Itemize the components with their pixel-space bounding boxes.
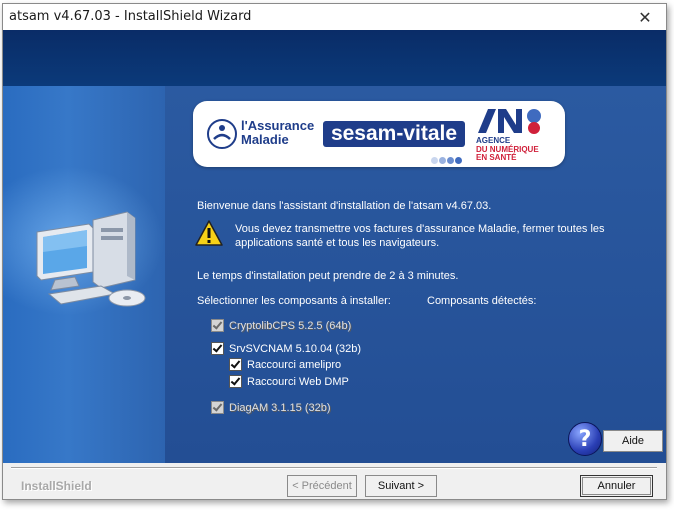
component-label: CryptolibCPS 5.2.5 (64b) [229, 319, 352, 332]
checkbox-raccourci-web-dmp[interactable] [229, 375, 242, 388]
component-raccourci-amelipro[interactable]: Raccourci amelipro [229, 358, 341, 371]
component-label: Raccourci Web DMP [247, 375, 349, 388]
sesam-vitale-logo: sesam-vitale [323, 121, 465, 147]
assurance-maladie-logo: l'Assurance Maladie [203, 117, 315, 153]
welcome-text: Bienvenue dans l'assistant d'installatio… [197, 200, 492, 212]
component-cryptolibcps: CryptolibCPS 5.2.5 (64b) [211, 319, 351, 332]
help-button[interactable]: Aide [603, 430, 663, 452]
installshield-brand: InstallShield [21, 479, 92, 493]
installer-window: atsam v4.67.03 - InstallShield Wizard ✕ [2, 3, 667, 500]
side-panel [3, 86, 165, 463]
warning-text: Vous devez transmettre vos factures d'as… [235, 223, 605, 249]
detected-components-label: Composants détectés: [427, 295, 537, 307]
select-components-label: Sélectionner les composants à installer: [197, 295, 391, 307]
component-diagam: DiagAM 3.1.15 (32b) [211, 401, 331, 414]
assurance-maladie-line1: l'Assurance [241, 118, 315, 133]
assurance-maladie-line2: Maladie [241, 132, 289, 147]
partner-logos: l'Assurance Maladie sesam-vitale AGENCE … [193, 101, 565, 167]
footer: InstallShield < Précédent Suivant > Annu… [3, 463, 666, 499]
close-icon[interactable]: ✕ [632, 6, 658, 28]
header-band [3, 30, 666, 86]
warning-icon [195, 220, 223, 246]
window-title: atsam v4.67.03 - InstallShield Wizard [9, 9, 252, 24]
component-label: Raccourci amelipro [247, 358, 342, 371]
ans-line3: EN SANTÉ [476, 153, 517, 162]
computer-icon [36, 211, 146, 307]
wizard-content: l'Assurance Maladie sesam-vitale AGENCE … [3, 86, 666, 463]
checkbox-srvsvcnam[interactable] [211, 342, 224, 355]
footer-separator [11, 467, 657, 469]
sesam-vitale-dots [431, 151, 463, 169]
component-srvsvcnam[interactable]: SrvSVCNAM 5.10.04 (32b) [211, 342, 361, 355]
help-icon[interactable]: ? [568, 422, 602, 456]
next-button[interactable]: Suivant > [365, 475, 437, 497]
ans-mark-icon [478, 109, 541, 134]
checkbox-diagam [211, 401, 224, 414]
title-bar: atsam v4.67.03 - InstallShield Wizard ✕ [3, 4, 666, 30]
duration-text: Le temps d'installation peut prendre de … [197, 270, 459, 282]
component-label: SrvSVCNAM 5.10.04 (32b) [229, 342, 362, 355]
previous-button[interactable]: < Précédent [287, 475, 357, 497]
ans-logo: AGENCE DU NUMÉRIQUE EN SANTÉ [476, 107, 556, 163]
component-raccourci-web-dmp[interactable]: Raccourci Web DMP [229, 375, 349, 388]
assurance-maladie-emblem-icon [207, 119, 237, 149]
checkbox-raccourci-amelipro[interactable] [229, 358, 242, 371]
component-label: DiagAM 3.1.15 (32b) [229, 401, 331, 414]
cancel-button[interactable]: Annuler [580, 475, 653, 497]
checkbox-cryptolibcps [211, 319, 224, 332]
